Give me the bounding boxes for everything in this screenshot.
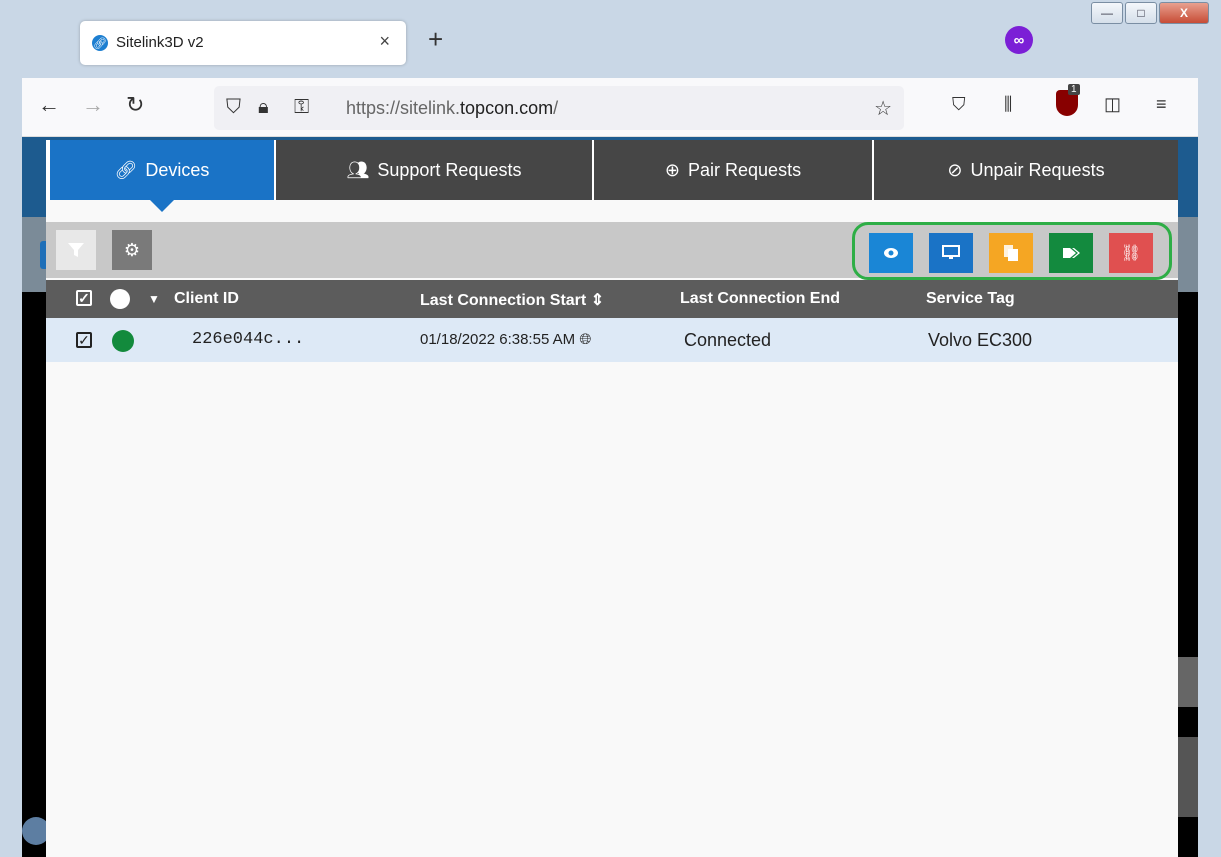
menu-icon[interactable]: ≡ [1156, 94, 1167, 115]
unlink-button[interactable]: ⛓ [1109, 233, 1153, 273]
chevron-down-icon[interactable]: ▼ [148, 292, 160, 306]
sort-icon: ⇕ [590, 292, 605, 309]
tab-label: Unpair Requests [970, 159, 1105, 180]
ban-icon: ⊘ [947, 159, 963, 180]
row-checkbox[interactable]: ✓ [76, 332, 92, 348]
view-button[interactable] [869, 233, 913, 273]
files-icon [1004, 245, 1018, 261]
last-connection-start-cell: 01/18/2022 6:38:55 AM 🌐︎ [420, 331, 592, 348]
bookmark-star-icon[interactable]: ☆ [874, 96, 892, 121]
tab-label: Pair Requests [688, 159, 802, 180]
forward-arrow-icon[interactable]: → [82, 92, 104, 118]
table-toolbar: ⚙ ⛓ [46, 222, 1178, 280]
active-tab-pointer [150, 200, 174, 212]
maximize-button[interactable]: □ [1125, 2, 1157, 24]
status-filter-dropdown[interactable] [110, 289, 130, 309]
column-last-connection-start[interactable]: Last Connection Start ⇕ [420, 290, 604, 310]
last-connection-end-cell: Connected [684, 330, 772, 350]
key-icon[interactable]: ⚿ [294, 96, 309, 119]
tags-button[interactable] [1049, 233, 1093, 273]
devices-modal: 🔗︎ Devices 👥︎ Support Requests ⊕ Pair Re… [46, 140, 1178, 857]
private-browsing-icon[interactable]: ∞ [1005, 26, 1033, 54]
tab-unpair-requests[interactable]: ⊘ Unpair Requests [874, 140, 1178, 200]
users-gear-icon: 👥︎ [346, 159, 370, 180]
browser-tab[interactable]: 🔗︎ Sitelink3D v2 × [80, 21, 406, 65]
tab-title: Sitelink3D v2 [116, 34, 204, 51]
sitelink-favicon-icon: 🔗︎ [92, 35, 108, 51]
status-connected-dot [112, 330, 134, 352]
close-window-button[interactable]: X [1159, 2, 1209, 24]
service-tag-cell: Volvo EC300 [928, 330, 1033, 350]
monitor-button[interactable] [929, 233, 973, 273]
url-text[interactable]: https://sitelink.topcon.com/ [346, 98, 558, 119]
new-tab-button[interactable]: + [428, 26, 443, 52]
modal-tabs: 🔗︎ Devices 👥︎ Support Requests ⊕ Pair Re… [46, 140, 1178, 212]
filter-icon [68, 243, 84, 257]
sidebar-icon[interactable]: ◫ [1104, 94, 1121, 115]
select-all-checkbox[interactable]: ✓ [76, 290, 92, 306]
column-client-id[interactable]: Client ID [174, 290, 239, 308]
ublock-icon[interactable]: 1 [1056, 84, 1080, 116]
copy-button[interactable] [989, 233, 1033, 273]
tab-pair-requests[interactable]: ⊕ Pair Requests [594, 140, 872, 200]
tab-support-requests[interactable]: 👥︎ Support Requests [276, 140, 592, 200]
filter-button[interactable] [56, 230, 96, 270]
gear-icon: ⚙ [123, 239, 141, 260]
shield-icon[interactable]: ⛉ [226, 96, 241, 119]
library-icon[interactable]: ⫼ [1004, 94, 1012, 115]
lock-icon[interactable]: 🔒︎ [258, 96, 269, 119]
plus-circle-icon: ⊕ [664, 159, 681, 180]
pocket-icon[interactable]: ⛉ [952, 94, 966, 115]
action-button-group: ⛓ [852, 222, 1172, 280]
extension-badge-count: 1 [1068, 84, 1080, 95]
settings-button[interactable]: ⚙ [112, 230, 152, 270]
link-icon: 🔗︎ [114, 159, 138, 180]
status-dot-icon [110, 289, 130, 309]
minimize-button[interactable]: — [1091, 2, 1123, 24]
column-last-connection-end[interactable]: Last Connection End [680, 290, 840, 308]
back-arrow-icon[interactable]: ← [38, 92, 60, 118]
monitor-icon [942, 245, 960, 259]
unlink-icon: ⛓ [1120, 245, 1142, 262]
table-header: ✓ ▼ Client ID Last Connection Start ⇕ La… [46, 280, 1178, 318]
table-row[interactable]: ✓ 226e044c... 01/18/2022 6:38:55 AM 🌐︎ C… [46, 318, 1178, 362]
client-id-cell[interactable]: 226e044c... [192, 330, 304, 349]
globe-icon: 🌐︎ [579, 331, 592, 348]
tab-devices[interactable]: 🔗︎ Devices [50, 140, 274, 212]
window-controls: — □ X [1091, 2, 1209, 24]
reload-icon[interactable]: ↻ [126, 92, 144, 118]
tab-label: Devices [145, 159, 210, 180]
tab-close-button[interactable]: × [379, 31, 390, 52]
browser-window: — □ X ∞ 🔗︎ Sitelink3D v2 × + ← → ↻ ⛉ 🔒︎ … [0, 0, 1221, 857]
navigation-bar: ← → ↻ ⛉ 🔒︎ ⚿ https://sitelink.topcon.com… [22, 78, 1198, 137]
url-bar[interactable]: ⛉ 🔒︎ ⚿ https://sitelink.topcon.com/ ☆ [214, 86, 904, 130]
column-service-tag[interactable]: Service Tag [926, 290, 1015, 308]
tags-icon [1063, 248, 1080, 258]
eye-icon [884, 248, 898, 258]
tab-label: Support Requests [377, 159, 522, 180]
